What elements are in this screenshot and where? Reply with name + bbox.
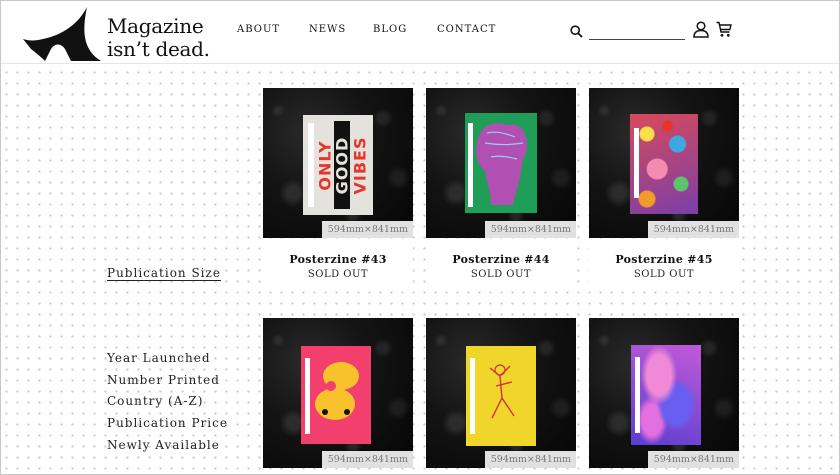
brand-logo-mark[interactable] [21,5,103,61]
brand-line2: isn’t dead. [107,37,210,61]
sort-country[interactable]: Country (A-Z) [107,391,228,413]
sort-year-launched[interactable]: Year Launched [107,348,228,370]
product-card[interactable]: ONLY GOOD VIBES 594mm×841mm Posterzine #… [263,88,413,286]
poster-only-good-vibes: ONLY GOOD VIBES [303,115,373,215]
nav-blog[interactable]: BLOG [373,24,407,35]
product-card[interactable]: 594mm×841mm [426,318,576,468]
stock-status: SOLD OUT [307,269,369,280]
poster-text-good: GOOD [332,136,352,194]
nav-about[interactable]: ABOUT [237,24,280,35]
product-info: Posterzine #45 SOLD OUT [589,246,739,286]
size-tag: 594mm×841mm [647,451,739,468]
product-image[interactable]: ONLY GOOD VIBES 594mm×841mm [263,88,413,238]
sort-number-printed[interactable]: Number Printed [107,370,228,392]
cart-icon[interactable] [716,21,732,38]
brand-logo[interactable]: Magazine isn’t dead. [107,15,210,61]
poster-collage [630,114,698,214]
poster-fist [465,113,537,213]
nav-contact[interactable]: CONTACT [437,24,496,35]
publication-size-filter[interactable]: Publication Size [107,266,221,280]
poster-purple-abstract [631,345,701,445]
stock-status: SOLD OUT [633,269,695,280]
user-icon[interactable] [693,21,709,38]
size-tag: 594mm×841mm [484,451,576,468]
size-tag: 594mm×841mm [321,451,413,468]
product-info: Posterzine #43 SOLD OUT [263,246,413,286]
sort-newly-available[interactable]: Newly Available [107,435,228,457]
product-image[interactable]: 594mm×841mm [426,88,576,238]
site-header: Magazine isn’t dead. ABOUT NEWS BLOG CON… [1,1,839,64]
search-underline [589,39,685,40]
poster-pink-figure [301,346,371,444]
size-tag: 594mm×841mm [484,221,576,238]
poster-yellow-sketch [466,346,536,446]
product-image[interactable]: 594mm×841mm [589,318,739,468]
search-input[interactable] [589,23,685,39]
poster-text-vibes: VIBES [350,136,370,194]
size-tag: 594mm×841mm [647,221,739,238]
product-title[interactable]: Posterzine #43 [263,253,413,266]
product-card[interactable]: 594mm×841mm [589,318,739,468]
search-icon[interactable] [570,25,583,38]
size-tag: 594mm×841mm [321,221,413,238]
sort-options: Year Launched Number Printed Country (A-… [107,348,228,457]
product-image[interactable]: 594mm×841mm [263,318,413,468]
product-image[interactable]: 594mm×841mm [426,318,576,468]
product-card[interactable]: 594mm×841mm Posterzine #44 SOLD OUT [426,88,576,286]
product-image[interactable]: 594mm×841mm [589,88,739,238]
product-card[interactable]: 594mm×841mm [263,318,413,468]
product-title[interactable]: Posterzine #44 [426,253,576,266]
nav-news[interactable]: NEWS [309,24,346,35]
product-title[interactable]: Posterzine #45 [589,253,739,266]
page: Magazine isn’t dead. ABOUT NEWS BLOG CON… [0,0,840,475]
sort-publication-price[interactable]: Publication Price [107,413,228,435]
product-card[interactable]: 594mm×841mm Posterzine #45 SOLD OUT [589,88,739,286]
product-info: Posterzine #44 SOLD OUT [426,246,576,286]
brand-line1: Magazine [107,14,204,38]
stock-status: SOLD OUT [470,269,532,280]
